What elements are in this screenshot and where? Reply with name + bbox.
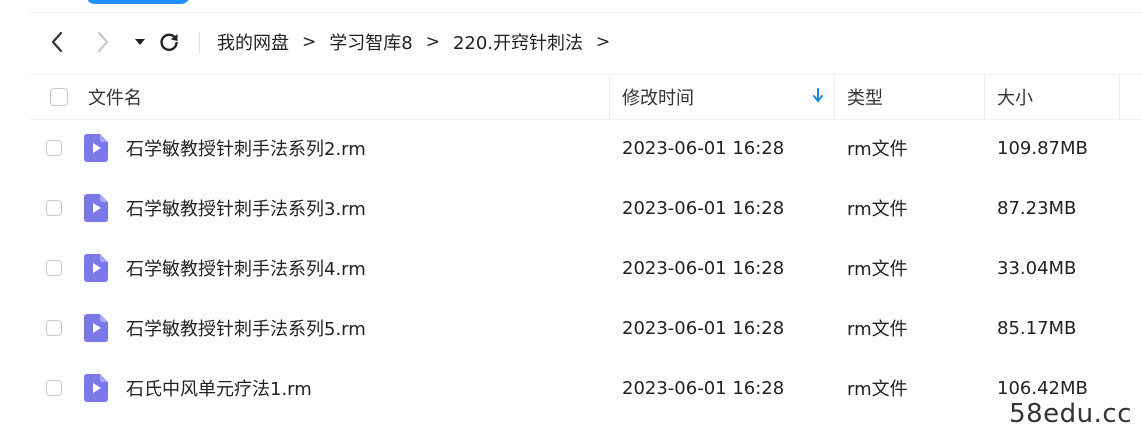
row-select-cell xyxy=(46,298,62,358)
row-checkbox[interactable] xyxy=(46,140,62,156)
file-name[interactable]: 石学敏教授针刺手法系列3.rm xyxy=(126,178,366,238)
row-select-cell xyxy=(46,238,62,298)
file-icon-cell xyxy=(84,238,108,298)
top-action-button[interactable] xyxy=(86,0,190,4)
navigation-toolbar: 我的网盘 > 学习智库8 > 220.开窍针刺法 > xyxy=(0,22,1142,62)
arrow-down-icon[interactable] xyxy=(812,87,824,105)
breadcrumb-separator[interactable]: > xyxy=(596,32,610,52)
refresh-icon xyxy=(160,33,178,51)
file-size: 87.23MB xyxy=(997,197,1077,219)
breadcrumb-item-my-drive[interactable]: 我的网盘 xyxy=(217,29,289,55)
file-list: 石学敏教授针刺手法系列2.rm 2023-06-01 16:28 rm文件 10… xyxy=(0,118,1142,418)
table-row[interactable]: 石氏中风单元疗法1.rm 2023-06-01 16:28 rm文件 106.4… xyxy=(0,358,1142,418)
breadcrumb-separator: > xyxy=(302,32,317,52)
file-icon-cell xyxy=(84,358,108,418)
file-modified-time: 2023-06-01 16:28 xyxy=(622,197,785,219)
file-modified-time: 2023-06-01 16:28 xyxy=(622,377,785,399)
file-browser-window: 我的网盘 > 学习智库8 > 220.开窍针刺法 > 文件名 修改时间 类型 大… xyxy=(0,0,1142,433)
video-file-icon xyxy=(84,374,108,402)
table-row[interactable]: 石学敏教授针刺手法系列3.rm 2023-06-01 16:28 rm文件 87… xyxy=(0,178,1142,238)
history-dropdown-button[interactable] xyxy=(128,30,152,54)
file-modified-time: 2023-06-01 16:28 xyxy=(622,317,785,339)
file-name[interactable]: 石学敏教授针刺手法系列4.rm xyxy=(126,238,366,298)
row-checkbox[interactable] xyxy=(46,260,62,276)
chevron-right-icon xyxy=(98,32,108,52)
file-name[interactable]: 石氏中风单元疗法1.rm xyxy=(126,358,312,418)
file-name[interactable]: 石学敏教授针刺手法系列2.rm xyxy=(126,118,366,178)
column-header-name[interactable]: 文件名 xyxy=(88,75,142,119)
file-type: rm文件 xyxy=(847,319,908,340)
video-file-icon xyxy=(84,194,108,222)
column-header-modified[interactable]: 修改时间 xyxy=(622,75,694,119)
file-type: rm文件 xyxy=(847,199,908,220)
row-select-cell xyxy=(46,358,62,418)
table-header: 文件名 修改时间 类型 大小 xyxy=(30,74,1142,120)
column-divider[interactable] xyxy=(984,75,985,119)
row-checkbox[interactable] xyxy=(46,380,62,396)
file-size: 109.87MB xyxy=(997,137,1088,159)
row-select-cell xyxy=(46,118,62,178)
file-name[interactable]: 石学敏教授针刺手法系列5.rm xyxy=(126,298,366,358)
file-size: 85.17MB xyxy=(997,317,1077,339)
refresh-button[interactable] xyxy=(157,30,181,54)
file-icon-cell xyxy=(84,178,108,238)
table-row[interactable]: 石学敏教授针刺手法系列2.rm 2023-06-01 16:28 rm文件 10… xyxy=(0,118,1142,178)
table-row[interactable]: 石学敏教授针刺手法系列4.rm 2023-06-01 16:28 rm文件 33… xyxy=(0,238,1142,298)
select-all-checkbox[interactable] xyxy=(50,88,68,106)
top-divider xyxy=(30,12,1142,13)
file-type: rm文件 xyxy=(847,379,908,400)
toolbar-divider xyxy=(199,32,200,54)
video-file-icon xyxy=(84,314,108,342)
breadcrumb-separator: > xyxy=(425,32,440,52)
file-icon-cell xyxy=(84,298,108,358)
breadcrumb-item-study-library[interactable]: 学习智库8 xyxy=(329,29,412,55)
back-button[interactable] xyxy=(45,30,69,54)
table-row[interactable]: 石学敏教授针刺手法系列5.rm 2023-06-01 16:28 rm文件 85… xyxy=(0,298,1142,358)
select-all-cell xyxy=(50,75,68,119)
forward-button[interactable] xyxy=(91,30,115,54)
row-checkbox[interactable] xyxy=(46,320,62,336)
column-header-type[interactable]: 类型 xyxy=(847,75,883,119)
file-modified-time: 2023-06-01 16:28 xyxy=(622,137,785,159)
file-type: rm文件 xyxy=(847,259,908,280)
breadcrumb-item-current-folder[interactable]: 220.开窍针刺法 xyxy=(453,29,583,55)
video-file-icon xyxy=(84,134,108,162)
column-header-size[interactable]: 大小 xyxy=(997,75,1033,119)
column-divider[interactable] xyxy=(834,75,835,119)
file-type: rm文件 xyxy=(847,139,908,160)
file-size: 33.04MB xyxy=(997,257,1077,279)
breadcrumb: 我的网盘 > 学习智库8 > 220.开窍针刺法 > xyxy=(217,30,623,54)
row-select-cell xyxy=(46,178,62,238)
file-modified-time: 2023-06-01 16:28 xyxy=(622,257,785,279)
file-icon-cell xyxy=(84,118,108,178)
caret-down-icon xyxy=(135,39,145,45)
video-file-icon xyxy=(84,254,108,282)
chevron-left-icon xyxy=(51,31,63,53)
column-divider[interactable] xyxy=(609,75,610,119)
column-divider[interactable] xyxy=(1119,75,1120,119)
watermark: 58edu.cc xyxy=(1009,399,1132,429)
row-checkbox[interactable] xyxy=(46,200,62,216)
